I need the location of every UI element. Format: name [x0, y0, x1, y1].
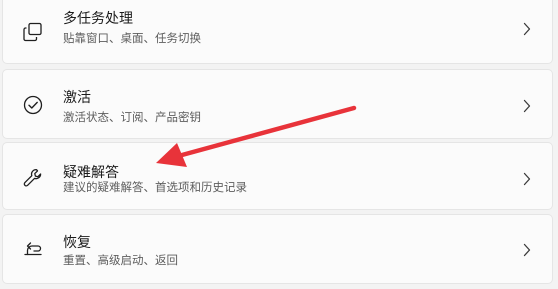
setting-item-title: 恢复: [63, 235, 91, 251]
setting-item-troubleshoot[interactable]: 疑难解答 建议的疑难解答、首选项和历史记录: [2, 142, 553, 210]
setting-item-title: 疑难解答: [63, 165, 119, 181]
settings-list: 多任务处理 贴靠窗口、桌面、任务切换 激活 激活状态、订阅、产品密钥 疑难解答 …: [0, 0, 558, 289]
chevron-right-icon: [522, 172, 532, 186]
chevron-right-icon: [522, 22, 532, 36]
setting-item-title: 激活: [63, 90, 91, 106]
setting-item-title: 多任务处理: [63, 11, 133, 27]
recovery-icon: [22, 237, 44, 259]
setting-item-multitasking[interactable]: 多任务处理 贴靠窗口、桌面、任务切换: [2, 0, 553, 64]
setting-item-subtitle: 重置、高级启动、返回: [63, 253, 178, 267]
setting-item-subtitle: 激活状态、订阅、产品密钥: [63, 110, 201, 124]
wrench-icon: [22, 167, 44, 189]
setting-item-subtitle: 建议的疑难解答、首选项和历史记录: [63, 180, 247, 194]
activation-check-icon: [22, 94, 44, 116]
setting-item-subtitle: 贴靠窗口、桌面、任务切换: [63, 31, 201, 45]
chevron-right-icon: [522, 99, 532, 113]
setting-item-recovery[interactable]: 恢复 重置、高级启动、返回: [2, 214, 553, 284]
multitasking-icon: [22, 21, 44, 43]
chevron-right-icon: [522, 243, 532, 257]
setting-item-activation[interactable]: 激活 激活状态、订阅、产品密钥: [2, 69, 553, 139]
